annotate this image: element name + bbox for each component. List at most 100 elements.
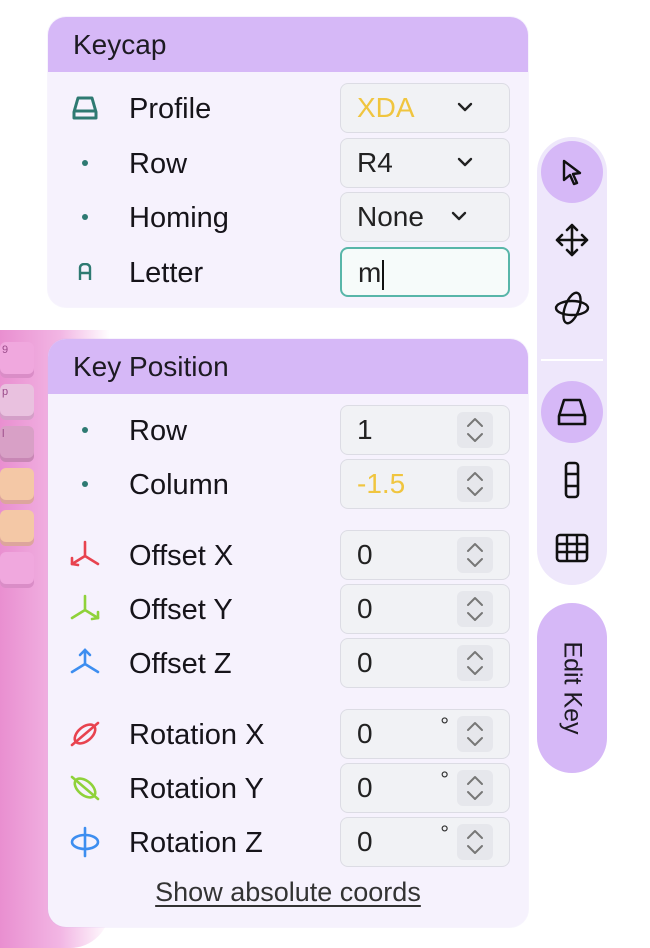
dot-icon bbox=[68, 146, 102, 180]
letter-value: m bbox=[358, 257, 382, 288]
position-row-row: Row 1 bbox=[48, 405, 528, 457]
profile-value: XDA bbox=[357, 92, 415, 123]
keycap-tool-icon bbox=[557, 398, 587, 426]
rotate-tool-button[interactable] bbox=[541, 277, 603, 339]
stepper-icon[interactable] bbox=[457, 824, 493, 860]
background-key: l bbox=[0, 426, 34, 462]
edit-key-label: Edit Key bbox=[558, 641, 587, 735]
degree-unit: ° bbox=[440, 821, 449, 846]
keycap-tool-button[interactable] bbox=[541, 381, 603, 443]
offset-z-row: Offset Z 0 bbox=[48, 638, 528, 690]
column-label: Column bbox=[129, 469, 229, 501]
offset-x-value: 0 bbox=[357, 539, 373, 570]
rotation-z-label: Rotation Z bbox=[129, 827, 263, 859]
degree-unit: ° bbox=[440, 767, 449, 792]
show-absolute-coords-link[interactable]: Show absolute coords bbox=[48, 877, 528, 908]
row-value: R4 bbox=[357, 147, 393, 178]
letter-label: Letter bbox=[129, 257, 204, 289]
offset-y-label: Offset Y bbox=[129, 594, 233, 626]
dot-icon bbox=[68, 413, 102, 447]
background-key bbox=[0, 510, 34, 546]
column-number-input[interactable]: -1.5 bbox=[340, 459, 510, 509]
offset-x-input[interactable]: 0 bbox=[340, 530, 510, 580]
rotation-x-icon bbox=[68, 717, 102, 751]
background-key: p bbox=[0, 384, 34, 420]
rotation-y-icon bbox=[68, 771, 102, 805]
degree-unit: ° bbox=[440, 713, 449, 738]
toolbar-divider bbox=[541, 359, 603, 361]
offset-y-row: Offset Y 0 bbox=[48, 584, 528, 636]
chevron-down-icon bbox=[451, 211, 467, 221]
rotation-z-input[interactable]: 0 ° bbox=[340, 817, 510, 867]
row-number-input[interactable]: 1 bbox=[340, 405, 510, 455]
keycap-row-label: Row bbox=[129, 148, 188, 180]
homing-select[interactable]: None bbox=[340, 192, 510, 242]
background-key: 9 bbox=[0, 342, 34, 378]
profile-select[interactable]: XDA bbox=[340, 83, 510, 133]
stepper-icon[interactable] bbox=[457, 591, 493, 627]
stepper-icon[interactable] bbox=[457, 412, 493, 448]
offset-y-input[interactable]: 0 bbox=[340, 584, 510, 634]
column-row: Column -1.5 bbox=[48, 459, 528, 511]
stepper-icon[interactable] bbox=[457, 537, 493, 573]
key-position-panel: Key Position Row 1 Column -1.5 Offset X … bbox=[48, 339, 528, 927]
text-caret bbox=[382, 259, 385, 290]
grid-tool-button[interactable] bbox=[541, 517, 603, 579]
keycap-panel-title: Keycap bbox=[48, 17, 528, 72]
background-key bbox=[0, 468, 34, 504]
chevron-down-icon bbox=[457, 157, 473, 167]
rotate-icon bbox=[554, 291, 590, 325]
offset-z-value: 0 bbox=[357, 647, 373, 678]
tool-palette bbox=[537, 137, 607, 585]
keycap-panel: Keycap Profile XDA Row R4 Homing None Le… bbox=[48, 17, 528, 307]
stepper-icon[interactable] bbox=[457, 770, 493, 806]
rotation-x-value: 0 bbox=[357, 718, 373, 749]
rotation-z-icon bbox=[68, 825, 102, 859]
rotation-z-value: 0 bbox=[357, 826, 373, 857]
chevron-down-icon bbox=[457, 102, 473, 112]
offset-z-icon bbox=[68, 646, 102, 680]
letter-input[interactable]: m bbox=[340, 247, 510, 297]
row-number-value: 1 bbox=[357, 414, 373, 445]
grid-tool-icon bbox=[555, 533, 589, 563]
move-icon bbox=[555, 223, 589, 257]
stepper-icon[interactable] bbox=[457, 645, 493, 681]
rotation-x-row: Rotation X 0 ° bbox=[48, 709, 528, 761]
stepper-icon[interactable] bbox=[457, 466, 493, 502]
background-key bbox=[0, 552, 34, 588]
homing-value: None bbox=[357, 201, 424, 232]
move-tool-button[interactable] bbox=[541, 209, 603, 271]
offset-x-row: Offset X 0 bbox=[48, 530, 528, 582]
profile-row: Profile XDA bbox=[48, 83, 528, 135]
offset-x-icon bbox=[68, 538, 102, 572]
edit-key-button[interactable]: Edit Key bbox=[537, 603, 607, 773]
rotation-y-label: Rotation Y bbox=[129, 773, 264, 805]
offset-z-input[interactable]: 0 bbox=[340, 638, 510, 688]
rotation-x-label: Rotation X bbox=[129, 719, 265, 751]
offset-y-value: 0 bbox=[357, 593, 373, 624]
keycap-row-row: Row R4 bbox=[48, 138, 528, 190]
column-tool-icon bbox=[564, 461, 580, 499]
rotation-x-input[interactable]: 0 ° bbox=[340, 709, 510, 759]
homing-label: Homing bbox=[129, 202, 229, 234]
letter-icon bbox=[68, 255, 102, 289]
rotation-y-input[interactable]: 0 ° bbox=[340, 763, 510, 813]
letter-row: Letter m bbox=[48, 247, 528, 299]
column-tool-button[interactable] bbox=[541, 449, 603, 511]
offset-y-icon bbox=[68, 592, 102, 626]
homing-row: Homing None bbox=[48, 192, 528, 244]
key-position-panel-title: Key Position bbox=[48, 339, 528, 394]
pointer-tool-button[interactable] bbox=[541, 141, 603, 203]
offset-x-label: Offset X bbox=[129, 540, 234, 572]
dot-icon bbox=[68, 467, 102, 501]
keycap-icon bbox=[68, 91, 102, 125]
stepper-icon[interactable] bbox=[457, 716, 493, 752]
row-select[interactable]: R4 bbox=[340, 138, 510, 188]
rotation-y-value: 0 bbox=[357, 772, 373, 803]
pointer-icon bbox=[562, 159, 582, 186]
dot-icon bbox=[68, 200, 102, 234]
profile-label: Profile bbox=[129, 93, 212, 125]
column-value: -1.5 bbox=[357, 468, 406, 499]
rotation-y-row: Rotation Y 0 ° bbox=[48, 763, 528, 815]
position-row-label: Row bbox=[129, 415, 188, 447]
